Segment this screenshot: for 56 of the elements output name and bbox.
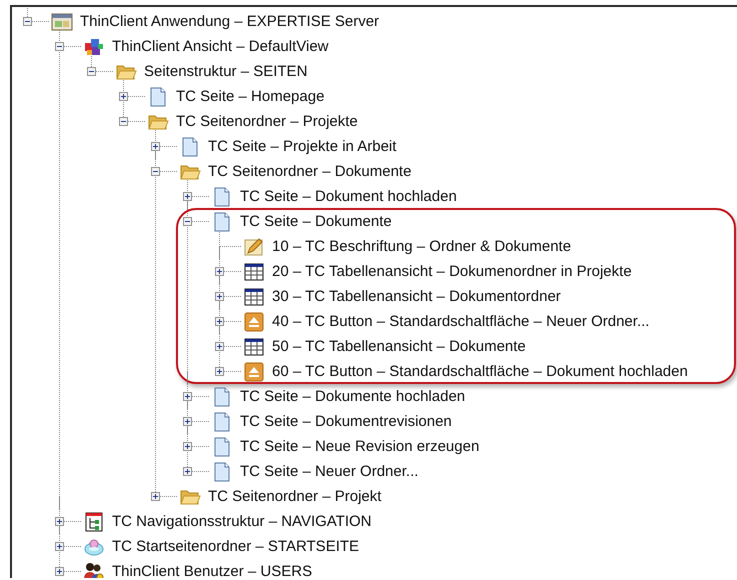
expand-toggle[interactable]: [215, 317, 224, 326]
tree-item[interactable]: TC Seite – Dokument hochladen: [240, 188, 457, 205]
pencil-label-icon: [243, 236, 265, 256]
expand-toggle[interactable]: [55, 542, 64, 551]
expand-toggle[interactable]: [183, 192, 192, 201]
tree-item[interactable]: ThinClient Benutzer – USERS: [112, 563, 312, 578]
collapse-toggle[interactable]: [55, 42, 64, 51]
table-grid-icon: [243, 286, 265, 306]
collapse-toggle[interactable]: [183, 217, 192, 226]
tree-item[interactable]: TC Seitenordner – Projekt: [208, 488, 382, 505]
tree-item[interactable]: TC Seite – Neuer Ordner...: [240, 463, 418, 480]
application-window-icon: [51, 12, 73, 32]
expand-toggle[interactable]: [183, 467, 192, 476]
expand-toggle[interactable]: [183, 442, 192, 451]
tree-item[interactable]: TC Navigationsstruktur – NAVIGATION: [112, 513, 372, 530]
expand-toggle[interactable]: [55, 567, 64, 576]
users-key-icon: [83, 562, 105, 578]
tree-item[interactable]: TC Seitenordner – Dokumente: [208, 163, 412, 180]
expand-toggle[interactable]: [151, 492, 160, 501]
tree-item[interactable]: 40 – TC Button – Standardschaltfläche – Neuer Ordner...: [272, 313, 650, 330]
tree-item[interactable]: TC Seite – Homepage: [176, 88, 324, 105]
tree-item[interactable]: 10 – TC Beschriftung – Ordner & Dokumente: [272, 238, 572, 255]
eject-button-icon: [243, 312, 265, 332]
tree-item[interactable]: 30 – TC Tabellenansicht – Dokumentordner: [272, 288, 561, 305]
collapse-toggle[interactable]: [23, 17, 32, 26]
tree-item[interactable]: 20 – TC Tabellenansicht – Dokumenordner in Projekte: [272, 263, 632, 280]
table-grid-icon: [243, 336, 265, 356]
expand-toggle[interactable]: [183, 392, 192, 401]
tree-item[interactable]: TC Startseitenordner – STARTSEITE: [112, 538, 360, 555]
globe-bowl-icon: [83, 536, 105, 556]
eject-button-icon: [243, 362, 265, 382]
tree-item[interactable]: Seitenstruktur – SEITEN: [144, 63, 308, 80]
tree-item[interactable]: 60 – TC Button – Standardschaltfläche – Dokument hochladen: [272, 363, 688, 380]
tree-item[interactable]: TC Seite – Neue Revision erzeugen: [240, 438, 480, 455]
tree-item[interactable]: ThinClient Anwendung – EXPERTISE Server: [80, 13, 380, 30]
table-grid-icon: [243, 262, 265, 282]
navigation-tree-icon: [83, 512, 105, 532]
tree-item[interactable]: ThinClient Ansicht – DefaultView: [112, 38, 329, 55]
expand-toggle[interactable]: [55, 517, 64, 526]
tree-item[interactable]: TC Seite – Dokumente hochladen: [240, 388, 466, 405]
collapse-toggle[interactable]: [151, 167, 160, 176]
expand-toggle[interactable]: [183, 417, 192, 426]
expand-toggle[interactable]: [215, 342, 224, 351]
tree-item[interactable]: TC Seitenordner – Projekte: [176, 113, 358, 130]
tree-item[interactable]: TC Seite – Dokumente: [240, 213, 392, 230]
expand-toggle[interactable]: [119, 92, 128, 101]
expand-toggle[interactable]: [215, 267, 224, 276]
expand-toggle[interactable]: [215, 292, 224, 301]
expand-toggle[interactable]: [151, 142, 160, 151]
expand-toggle[interactable]: [215, 367, 224, 376]
collapse-toggle[interactable]: [119, 117, 128, 126]
tree-item[interactable]: TC Seite – Dokumentrevisionen: [240, 413, 452, 430]
collapse-toggle[interactable]: [87, 67, 96, 76]
tree-item[interactable]: TC Seite – Projekte in Arbeit: [208, 138, 396, 155]
colored-cubes-icon: [83, 36, 105, 56]
tree-item[interactable]: 50 – TC Tabellenansicht – Dokumente: [272, 338, 526, 355]
